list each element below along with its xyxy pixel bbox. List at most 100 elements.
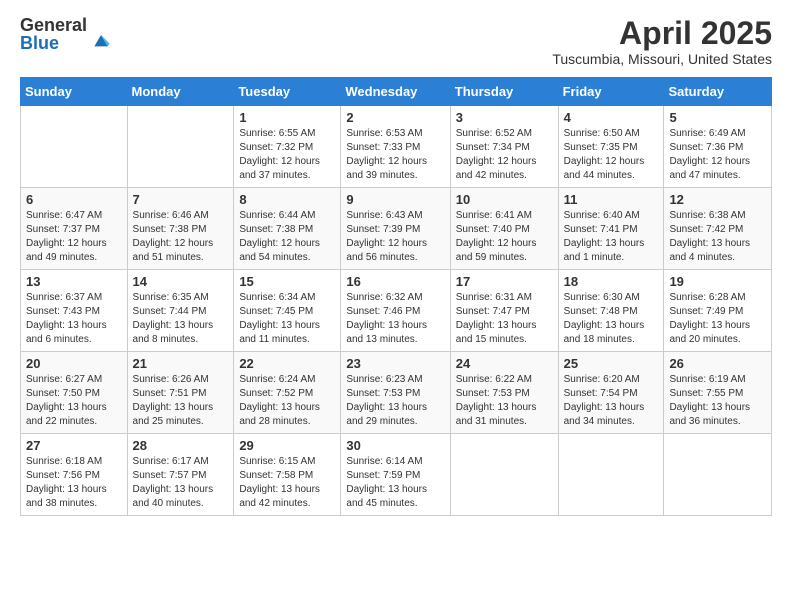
day-number: 1 bbox=[239, 110, 335, 125]
day-number: 21 bbox=[133, 356, 229, 371]
day-info: Sunrise: 6:35 AM Sunset: 7:44 PM Dayligh… bbox=[133, 291, 229, 347]
calendar-cell: 7 Sunrise: 6:46 AM Sunset: 7:38 PM Daylig… bbox=[127, 188, 234, 270]
day-number: 18 bbox=[564, 274, 659, 289]
day-info: Sunrise: 6:18 AM Sunset: 7:56 PM Dayligh… bbox=[26, 455, 122, 511]
day-number: 13 bbox=[26, 274, 122, 289]
calendar-cell: 14 Sunrise: 6:35 AM Sunset: 7:44 PM Dayli… bbox=[127, 270, 234, 352]
day-number: 12 bbox=[669, 192, 766, 207]
calendar-cell: 10 Sunrise: 6:41 AM Sunset: 7:40 PM Dayli… bbox=[450, 188, 558, 270]
logo-general: General bbox=[20, 16, 87, 34]
day-info: Sunrise: 6:27 AM Sunset: 7:50 PM Dayligh… bbox=[26, 373, 122, 429]
calendar-cell: 23 Sunrise: 6:23 AM Sunset: 7:53 PM Dayli… bbox=[341, 352, 450, 434]
calendar-cell: 21Sunrise: 6:26 AM Sunset: 7:51 PM Dayli… bbox=[127, 352, 234, 434]
day-info: Sunrise: 6:20 AM Sunset: 7:54 PM Dayligh… bbox=[564, 373, 659, 429]
day-number: 26 bbox=[669, 356, 766, 371]
day-number: 3 bbox=[456, 110, 553, 125]
day-number: 11 bbox=[564, 192, 659, 207]
day-info: Sunrise: 6:19 AM Sunset: 7:55 PM Dayligh… bbox=[669, 373, 766, 429]
day-number: 8 bbox=[239, 192, 335, 207]
title-block: April 2025 Tuscumbia, Missouri, United S… bbox=[552, 16, 772, 67]
day-number: 20 bbox=[26, 356, 122, 371]
weekday-header-tuesday: Tuesday bbox=[234, 78, 341, 106]
day-number: 22 bbox=[239, 356, 335, 371]
calendar-cell: 27 Sunrise: 6:18 AM Sunset: 7:56 PM Dayli… bbox=[21, 434, 128, 516]
day-info: Sunrise: 6:17 AM Sunset: 7:57 PM Dayligh… bbox=[133, 455, 229, 511]
weekday-header-row: SundayMondayTuesdayWednesdayThursdayFrid… bbox=[21, 78, 772, 106]
day-number: 29 bbox=[239, 438, 335, 453]
logo: General Blue bbox=[20, 16, 111, 52]
calendar-cell bbox=[21, 106, 128, 188]
calendar-cell: 18Sunrise: 6:30 AM Sunset: 7:48 PM Dayli… bbox=[558, 270, 664, 352]
calendar-cell: 26 Sunrise: 6:19 AM Sunset: 7:55 PM Dayli… bbox=[664, 352, 772, 434]
calendar-cell: 20 Sunrise: 6:27 AM Sunset: 7:50 PM Dayli… bbox=[21, 352, 128, 434]
calendar-cell bbox=[558, 434, 664, 516]
day-info: Sunrise: 6:46 AM Sunset: 7:38 PM Dayligh… bbox=[133, 209, 229, 265]
calendar-cell: 29 Sunrise: 6:15 AM Sunset: 7:58 PM Dayli… bbox=[234, 434, 341, 516]
day-info: Sunrise: 6:15 AM Sunset: 7:58 PM Dayligh… bbox=[239, 455, 335, 511]
day-info: Sunrise: 6:38 AM Sunset: 7:42 PM Dayligh… bbox=[669, 209, 766, 265]
day-info: Sunrise: 6:32 AM Sunset: 7:46 PM Dayligh… bbox=[346, 291, 444, 347]
day-number: 19 bbox=[669, 274, 766, 289]
month-title: April 2025 bbox=[552, 16, 772, 51]
day-number: 24 bbox=[456, 356, 553, 371]
weekday-header-thursday: Thursday bbox=[450, 78, 558, 106]
day-info: Sunrise: 6:47 AM Sunset: 7:37 PM Dayligh… bbox=[26, 209, 122, 265]
day-number: 7 bbox=[133, 192, 229, 207]
weekday-header-friday: Friday bbox=[558, 78, 664, 106]
location: Tuscumbia, Missouri, United States bbox=[552, 51, 772, 67]
day-number: 10 bbox=[456, 192, 553, 207]
calendar-cell: 17 Sunrise: 6:31 AM Sunset: 7:47 PM Dayli… bbox=[450, 270, 558, 352]
weekday-header-sunday: Sunday bbox=[21, 78, 128, 106]
calendar-cell: 2 Sunrise: 6:53 AM Sunset: 7:33 PM Daylig… bbox=[341, 106, 450, 188]
day-info: Sunrise: 6:43 AM Sunset: 7:39 PM Dayligh… bbox=[346, 209, 444, 265]
calendar-cell: 19 Sunrise: 6:28 AM Sunset: 7:49 PM Dayli… bbox=[664, 270, 772, 352]
calendar-cell: 22 Sunrise: 6:24 AM Sunset: 7:52 PM Dayli… bbox=[234, 352, 341, 434]
day-info: Sunrise: 6:41 AM Sunset: 7:40 PM Dayligh… bbox=[456, 209, 553, 265]
day-number: 9 bbox=[346, 192, 444, 207]
day-number: 5 bbox=[669, 110, 766, 125]
calendar-cell: 5Sunrise: 6:49 AM Sunset: 7:36 PM Daylig… bbox=[664, 106, 772, 188]
calendar-week-row: 1Sunrise: 6:55 AM Sunset: 7:32 PM Daylig… bbox=[21, 106, 772, 188]
calendar-cell: 28 Sunrise: 6:17 AM Sunset: 7:57 PM Dayli… bbox=[127, 434, 234, 516]
calendar-cell: 16Sunrise: 6:32 AM Sunset: 7:46 PM Dayli… bbox=[341, 270, 450, 352]
day-number: 28 bbox=[133, 438, 229, 453]
day-info: Sunrise: 6:14 AM Sunset: 7:59 PM Dayligh… bbox=[346, 455, 444, 511]
logo-icon bbox=[91, 30, 111, 50]
day-number: 23 bbox=[346, 356, 444, 371]
day-info: Sunrise: 6:23 AM Sunset: 7:53 PM Dayligh… bbox=[346, 373, 444, 429]
calendar-week-row: 6Sunrise: 6:47 AM Sunset: 7:37 PM Daylig… bbox=[21, 188, 772, 270]
calendar-cell: 3 Sunrise: 6:52 AM Sunset: 7:34 PM Daylig… bbox=[450, 106, 558, 188]
day-number: 15 bbox=[239, 274, 335, 289]
calendar-cell: 6Sunrise: 6:47 AM Sunset: 7:37 PM Daylig… bbox=[21, 188, 128, 270]
day-info: Sunrise: 6:22 AM Sunset: 7:53 PM Dayligh… bbox=[456, 373, 553, 429]
calendar-cell: 30 Sunrise: 6:14 AM Sunset: 7:59 PM Dayli… bbox=[341, 434, 450, 516]
calendar-table: SundayMondayTuesdayWednesdayThursdayFrid… bbox=[20, 77, 772, 516]
day-info: Sunrise: 6:53 AM Sunset: 7:33 PM Dayligh… bbox=[346, 127, 444, 183]
calendar-cell bbox=[127, 106, 234, 188]
day-number: 27 bbox=[26, 438, 122, 453]
calendar-cell: 13Sunrise: 6:37 AM Sunset: 7:43 PM Dayli… bbox=[21, 270, 128, 352]
calendar-cell bbox=[450, 434, 558, 516]
logo-blue: Blue bbox=[20, 34, 87, 52]
calendar-page: General Blue April 2025 Tuscumbia, Misso… bbox=[0, 0, 792, 612]
day-number: 25 bbox=[564, 356, 659, 371]
calendar-cell: 15Sunrise: 6:34 AM Sunset: 7:45 PM Dayli… bbox=[234, 270, 341, 352]
calendar-cell: 25 Sunrise: 6:20 AM Sunset: 7:54 PM Dayli… bbox=[558, 352, 664, 434]
day-info: Sunrise: 6:24 AM Sunset: 7:52 PM Dayligh… bbox=[239, 373, 335, 429]
calendar-week-row: 13Sunrise: 6:37 AM Sunset: 7:43 PM Dayli… bbox=[21, 270, 772, 352]
calendar-cell: 11Sunrise: 6:40 AM Sunset: 7:41 PM Dayli… bbox=[558, 188, 664, 270]
day-number: 17 bbox=[456, 274, 553, 289]
day-number: 2 bbox=[346, 110, 444, 125]
calendar-week-row: 27 Sunrise: 6:18 AM Sunset: 7:56 PM Dayli… bbox=[21, 434, 772, 516]
day-number: 4 bbox=[564, 110, 659, 125]
day-number: 14 bbox=[133, 274, 229, 289]
weekday-header-monday: Monday bbox=[127, 78, 234, 106]
calendar-cell: 9 Sunrise: 6:43 AM Sunset: 7:39 PM Daylig… bbox=[341, 188, 450, 270]
day-number: 30 bbox=[346, 438, 444, 453]
calendar-cell bbox=[664, 434, 772, 516]
day-info: Sunrise: 6:44 AM Sunset: 7:38 PM Dayligh… bbox=[239, 209, 335, 265]
calendar-cell: 8 Sunrise: 6:44 AM Sunset: 7:38 PM Daylig… bbox=[234, 188, 341, 270]
day-info: Sunrise: 6:31 AM Sunset: 7:47 PM Dayligh… bbox=[456, 291, 553, 347]
day-info: Sunrise: 6:28 AM Sunset: 7:49 PM Dayligh… bbox=[669, 291, 766, 347]
day-info: Sunrise: 6:52 AM Sunset: 7:34 PM Dayligh… bbox=[456, 127, 553, 183]
